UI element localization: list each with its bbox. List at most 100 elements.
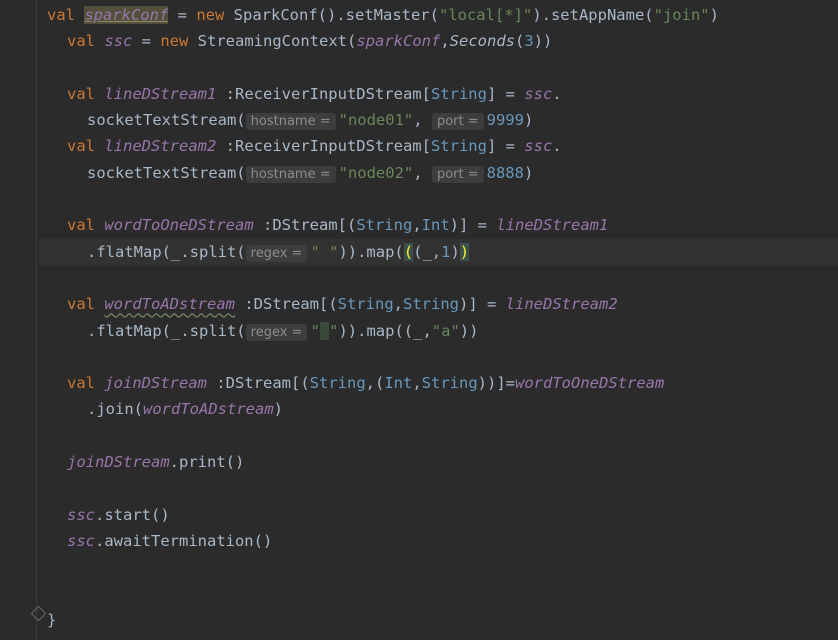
code-line-empty[interactable] (47, 581, 838, 607)
token: new (160, 32, 189, 51)
token-identifier: lineDStream1 (496, 216, 609, 235)
token-string: "join" (653, 6, 710, 24)
code-line-13[interactable]: .flatMap(_.split(regex = " ")).map((_,"a"… (47, 318, 838, 344)
code-line-empty[interactable] (47, 265, 838, 291)
token-type: String (430, 84, 487, 103)
token: ) (273, 400, 283, 419)
token: . (552, 137, 562, 156)
token-type: String (337, 295, 394, 314)
token: .flatMap(_.split( (87, 242, 246, 261)
token: ) (523, 111, 534, 130)
token: val (47, 6, 75, 24)
token-string (319, 321, 330, 340)
code-line-10[interactable]: .flatMap(_.split(regex = " ")).map(((_,1)… (39, 238, 838, 265)
token-identifier: ssc (67, 505, 95, 524)
matched-paren: ( (403, 242, 414, 261)
token: ) (523, 163, 534, 182)
token: } (47, 610, 57, 629)
token: socketTextStream( (87, 163, 246, 182)
token-string: "node01" (338, 111, 414, 130)
token: SparkConf().setMaster( (224, 6, 439, 24)
token: ) (709, 6, 719, 24)
code-line-20[interactable]: ssc.start() (47, 502, 838, 528)
code-line-4[interactable]: val lineDStream1 :ReceiverInputDStream[S… (47, 81, 838, 107)
token: :ReceiverInputDStream[ (216, 137, 431, 156)
token-identifier: wordToADstream (104, 295, 235, 314)
token-identifier: joinDStream (67, 453, 170, 472)
token: ( (515, 32, 525, 51)
token-type: String (356, 216, 413, 235)
code-line-5[interactable]: socketTextStream(hostname = "node01", por… (47, 107, 838, 133)
token: .awaitTermination() (95, 531, 273, 550)
code-line-16[interactable]: .join(wordToADstream) (47, 396, 838, 422)
token-string: "node02" (338, 163, 414, 182)
token: StreamingContext( (188, 32, 357, 51)
code-line-15[interactable]: val joinDStream :DStream[(String,(Int,St… (47, 370, 838, 396)
token-identifier: lineDStream1 (104, 84, 217, 103)
token-identifier: ssc (524, 137, 553, 156)
code-line-9[interactable]: val wordToOneDStream :DStream[(String,In… (47, 212, 838, 238)
code-line-empty[interactable] (47, 554, 838, 580)
param-hint: port = (431, 113, 484, 131)
token: , (412, 216, 422, 235)
code-line-24[interactable]: } (47, 607, 838, 633)
token-identifier: wordToOneDStream (515, 374, 665, 393)
token-identifier: wordToADstream (143, 400, 274, 419)
token: . (552, 84, 562, 103)
token: )).map((_, (338, 321, 432, 340)
token-type: String (403, 295, 459, 314)
token-identifier: lineDStream2 (505, 295, 618, 314)
token-number: 8888 (486, 163, 524, 182)
code-editor[interactable]: val sparkConf = new SparkConf().setMaste… (39, 2, 838, 633)
code-line-18[interactable]: joinDStream.print() (47, 449, 838, 475)
param-hint: hostname = (245, 165, 336, 183)
code-line-empty[interactable] (47, 344, 838, 370)
token: val (67, 84, 95, 103)
token-string: "a" (431, 321, 460, 340)
token: )).map( (338, 242, 404, 261)
token: :ReceiverInputDStream[ (216, 84, 431, 103)
token: , (413, 163, 432, 182)
code-line-12[interactable]: val wordToADstream :DStream[(String,Stri… (47, 291, 838, 317)
token: ))]= (477, 374, 515, 393)
code-line-6[interactable]: val lineDStream2 :ReceiverInputDStream[S… (47, 133, 838, 159)
token: = (168, 6, 197, 24)
token-identifier: sparkConf (356, 32, 441, 51)
token: .start() (95, 505, 170, 524)
code-line-7[interactable]: socketTextStream(hostname = "node02", por… (47, 160, 838, 186)
token: )) (459, 321, 479, 340)
token-type: Int (384, 374, 413, 393)
param-hint: port = (431, 165, 484, 183)
token: Seconds (449, 32, 515, 51)
code-line-empty[interactable] (47, 475, 838, 501)
token-type: String (421, 374, 478, 393)
code-line-empty[interactable] (47, 423, 838, 449)
code-line-2[interactable]: val ssc = new StreamingContext(sparkConf… (47, 28, 838, 54)
token: = (132, 32, 161, 51)
token: (_, (413, 242, 442, 261)
token-identifier: joinDStream (104, 374, 207, 393)
code-line-empty[interactable] (47, 55, 838, 81)
token: ] = (486, 137, 525, 156)
token-identifier: ssc (524, 84, 553, 103)
token-type: String (430, 137, 487, 156)
token-identifier: ssc (104, 32, 133, 51)
param-hint: hostname = (245, 113, 336, 131)
token: , (440, 32, 450, 51)
token-identifier: sparkConf (84, 6, 169, 24)
editor-gutter[interactable] (0, 0, 36, 640)
token: val (67, 216, 95, 235)
token: )] = (459, 295, 506, 314)
code-line-empty[interactable] (47, 186, 838, 212)
code-line-21[interactable]: ssc.awaitTermination() (47, 528, 838, 554)
code-line-1[interactable]: val sparkConf = new SparkConf().setMaste… (47, 2, 838, 28)
token-identifier: wordToOneDStream (104, 216, 254, 235)
token: )) (533, 32, 553, 51)
token: , (413, 111, 432, 130)
token: val (67, 32, 95, 51)
token-string: "local[*]" (438, 6, 533, 24)
token-type: Int (421, 216, 450, 235)
token-string: " (310, 321, 320, 340)
token: ).setAppName( (532, 6, 654, 24)
token: .flatMap(_.split( (87, 321, 246, 340)
